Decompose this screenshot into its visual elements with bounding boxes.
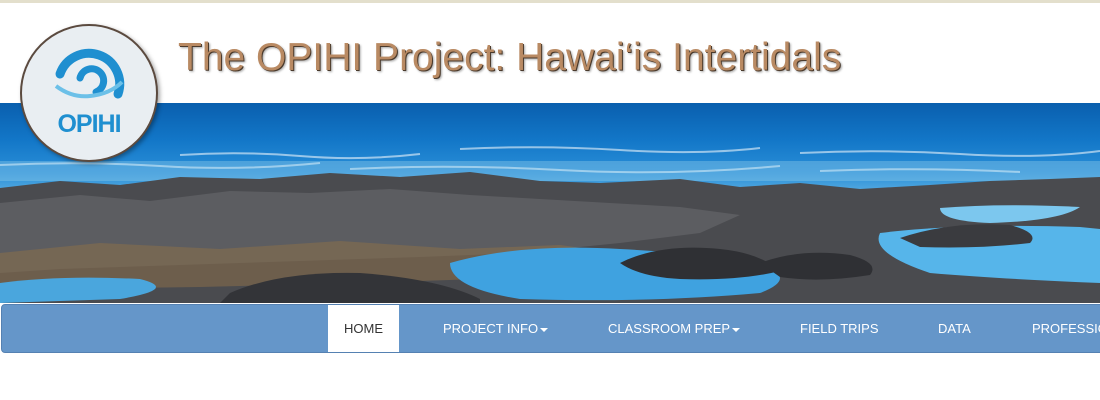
nav-item-label: CLASSROOM PREP: [608, 321, 731, 336]
nav-item-classroom-prep[interactable]: CLASSROOM PREP: [592, 305, 756, 352]
nav-item-label: FIELD TRIPS: [800, 321, 879, 336]
caret-down-icon: [540, 327, 549, 332]
nav-item-label: PROFESSIO: [1032, 321, 1100, 336]
opihi-logo[interactable]: OPIHI: [20, 24, 158, 162]
ocean-rocks-scene: [0, 146, 1100, 303]
nav-item-data[interactable]: DATA: [922, 305, 987, 352]
main-navbar: HOME PROJECT INFO CLASSROOM PREP FIELD T…: [1, 304, 1100, 353]
nav-item-label: HOME: [344, 321, 383, 336]
nav-item-label: DATA: [938, 321, 971, 336]
content-heading-cutoff: [0, 385, 1100, 400]
caret-down-icon: [732, 327, 741, 332]
nav-item-home[interactable]: HOME: [328, 305, 399, 352]
site-title[interactable]: The OPIHI Project: Hawai‘is Intertidals: [178, 36, 841, 80]
logo-text: OPIHI: [57, 110, 121, 138]
nav-item-field-trips[interactable]: FIELD TRIPS: [784, 305, 895, 352]
nav-item-professional[interactable]: PROFESSIO: [1016, 305, 1100, 352]
nav-item-project-info[interactable]: PROJECT INFO: [427, 305, 564, 352]
wave-swirl-icon: [54, 48, 125, 99]
nav-item-label: PROJECT INFO: [443, 321, 539, 336]
site-header: The OPIHI Project: Hawai‘is Intertidals: [0, 3, 1100, 103]
hero-banner-image: [0, 103, 1100, 303]
